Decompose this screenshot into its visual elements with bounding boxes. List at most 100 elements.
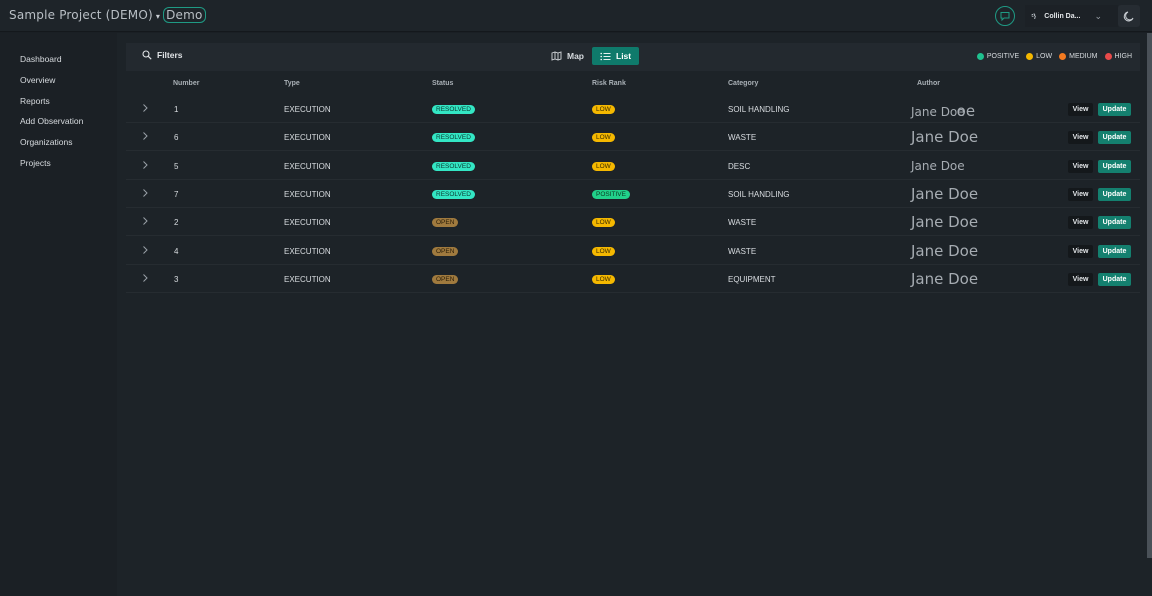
main-content: Filters Map List POSITIVE LOW MEDIUM HIG… — [117, 33, 1152, 596]
sidebar-item-dashboard[interactable]: Dashboard — [20, 54, 62, 64]
chevron-right-icon[interactable] — [141, 245, 149, 255]
table-row: 2 EXECUTION OPEN LOW WASTE Jane Doe View Update — [126, 208, 1140, 237]
risk-badge: LOW — [592, 218, 615, 228]
view-button[interactable]: View — [1068, 272, 1093, 286]
row-author: Jane Doe — [911, 128, 978, 146]
row-number: 2 — [174, 218, 179, 228]
column-header-author[interactable]: Author — [917, 80, 940, 87]
row-number: 1 — [174, 105, 179, 114]
chevron-down-icon: ⌄ — [1094, 10, 1102, 21]
sidebar: Dashboard Overview Reports Add Observati… — [0, 33, 117, 596]
legend-item-high: HIGH — [1104, 53, 1133, 60]
risk-badge: LOW — [592, 105, 615, 114]
legend-label: POSITIVE — [986, 53, 1020, 60]
row-category: DESC — [728, 161, 751, 171]
status-badge: OPEN — [432, 246, 459, 256]
map-view-button[interactable]: Map — [545, 47, 592, 65]
risk-legend: POSITIVE LOW MEDIUM HIGH — [970, 53, 1132, 60]
table-row: 4 EXECUTION OPEN LOW WASTE Jane Doe View Update — [126, 237, 1140, 265]
chevron-right-icon[interactable] — [141, 103, 149, 113]
risk-badge: LOW — [592, 246, 615, 256]
chevron-right-icon[interactable] — [141, 273, 149, 283]
column-header-number[interactable]: Number — [173, 80, 199, 87]
moon-icon — [1123, 11, 1134, 22]
update-button[interactable]: Update — [1098, 272, 1131, 286]
status-badge: RESOLVED — [432, 105, 475, 114]
table-row: 5 EXECUTION RESOLVED LOW DESC Jane Doe View Upd… — [126, 152, 1140, 180]
filters-button[interactable]: Filters — [142, 50, 183, 60]
list-view-label: List — [616, 51, 632, 61]
view-toggle: Map List — [545, 47, 640, 65]
chevron-right-icon[interactable] — [141, 131, 149, 141]
author-name: Jane Doe — [911, 241, 979, 260]
search-icon — [142, 50, 152, 60]
view-button[interactable]: View — [1068, 131, 1093, 145]
table-row: 1 EXECUTION RESOLVED LOW SOIL HANDLING Jane D… — [126, 95, 1140, 123]
author-name: Jane Doe — [911, 184, 979, 203]
author-name: Jane Doe — [911, 213, 979, 232]
row-number: 7 — [174, 189, 179, 199]
chat-button[interactable] — [995, 6, 1016, 26]
row-author: Jane Doe — [911, 242, 978, 260]
row-author: Jane Doe — [911, 159, 965, 173]
author-name-echo: oe — [956, 102, 976, 120]
row-author: Jane Doe — [911, 185, 978, 203]
status-badge: RESOLVED — [432, 161, 475, 171]
chevron-right-icon[interactable] — [141, 188, 149, 198]
map-icon — [551, 51, 562, 61]
view-button[interactable]: View — [1068, 159, 1093, 173]
legend-label: LOW — [1036, 53, 1053, 60]
table-header: Number Type Status Risk Rank Category Au… — [126, 71, 1140, 95]
sidebar-item-overview[interactable]: Overview — [20, 75, 55, 85]
view-button[interactable]: View — [1068, 187, 1093, 201]
row-category: EQUIPMENT — [728, 274, 776, 284]
column-header-category[interactable]: Category — [728, 80, 758, 87]
sidebar-item-organizations[interactable]: Organizations — [20, 137, 72, 147]
row-type: EXECUTION — [284, 218, 331, 228]
risk-badge: POSITIVE — [592, 189, 630, 199]
view-button[interactable]: View — [1068, 103, 1093, 116]
table-row: 6 EXECUTION RESOLVED LOW WASTE Jane Doe View Up… — [126, 123, 1140, 152]
chevron-down-icon: ▾ — [155, 12, 161, 21]
update-button[interactable]: Update — [1098, 187, 1131, 201]
legend-label: HIGH — [1114, 53, 1133, 60]
author-name: Jane Doe — [911, 158, 965, 173]
list-icon — [600, 52, 611, 60]
update-button[interactable]: Update — [1098, 131, 1131, 145]
column-header-status[interactable]: Status — [432, 80, 453, 87]
sidebar-item-reports[interactable]: Reports — [20, 96, 50, 106]
user-menu[interactable]: ጓ Collin Da... ⌄ — [1025, 5, 1118, 27]
legend-item-positive: POSITIVE — [976, 53, 1020, 60]
row-category: SOIL HANDLING — [728, 105, 790, 114]
update-button[interactable]: Update — [1098, 159, 1131, 173]
risk-badge: LOW — [592, 161, 615, 171]
chat-bubble-icon — [1000, 12, 1010, 22]
status-badge: OPEN — [432, 218, 459, 228]
row-author: Jane Doe — [911, 270, 978, 288]
row-type: EXECUTION — [284, 133, 331, 143]
column-header-type[interactable]: Type — [284, 80, 300, 87]
vertical-scrollbar[interactable] — [1147, 33, 1152, 558]
legend-item-medium: MEDIUM — [1059, 53, 1098, 60]
update-button[interactable]: Update — [1098, 216, 1131, 230]
risk-badge: LOW — [592, 274, 615, 284]
column-header-risk-rank[interactable]: Risk Rank — [592, 80, 626, 87]
row-type: EXECUTION — [284, 161, 331, 171]
view-button[interactable]: View — [1068, 244, 1093, 258]
project-demo-chip: Demo — [163, 7, 206, 23]
filters-label: Filters — [157, 50, 183, 60]
sidebar-item-projects[interactable]: Projects — [20, 158, 51, 168]
update-button[interactable]: Update — [1098, 103, 1131, 116]
list-view-button[interactable]: List — [592, 47, 640, 65]
project-selector[interactable]: Sample Project (DEMO) ▾ Demo — [9, 7, 206, 23]
legend-dot — [976, 53, 984, 60]
update-button[interactable]: Update — [1098, 244, 1131, 258]
row-number: 4 — [174, 246, 179, 256]
theme-toggle-button[interactable] — [1118, 5, 1140, 27]
sidebar-item-add-observation[interactable]: Add Observation — [20, 116, 83, 126]
view-button[interactable]: View — [1068, 216, 1093, 230]
chevron-right-icon[interactable] — [141, 216, 149, 226]
author-name: Jane Doe — [911, 269, 979, 288]
legend-label: MEDIUM — [1069, 53, 1098, 60]
chevron-right-icon[interactable] — [141, 160, 149, 170]
